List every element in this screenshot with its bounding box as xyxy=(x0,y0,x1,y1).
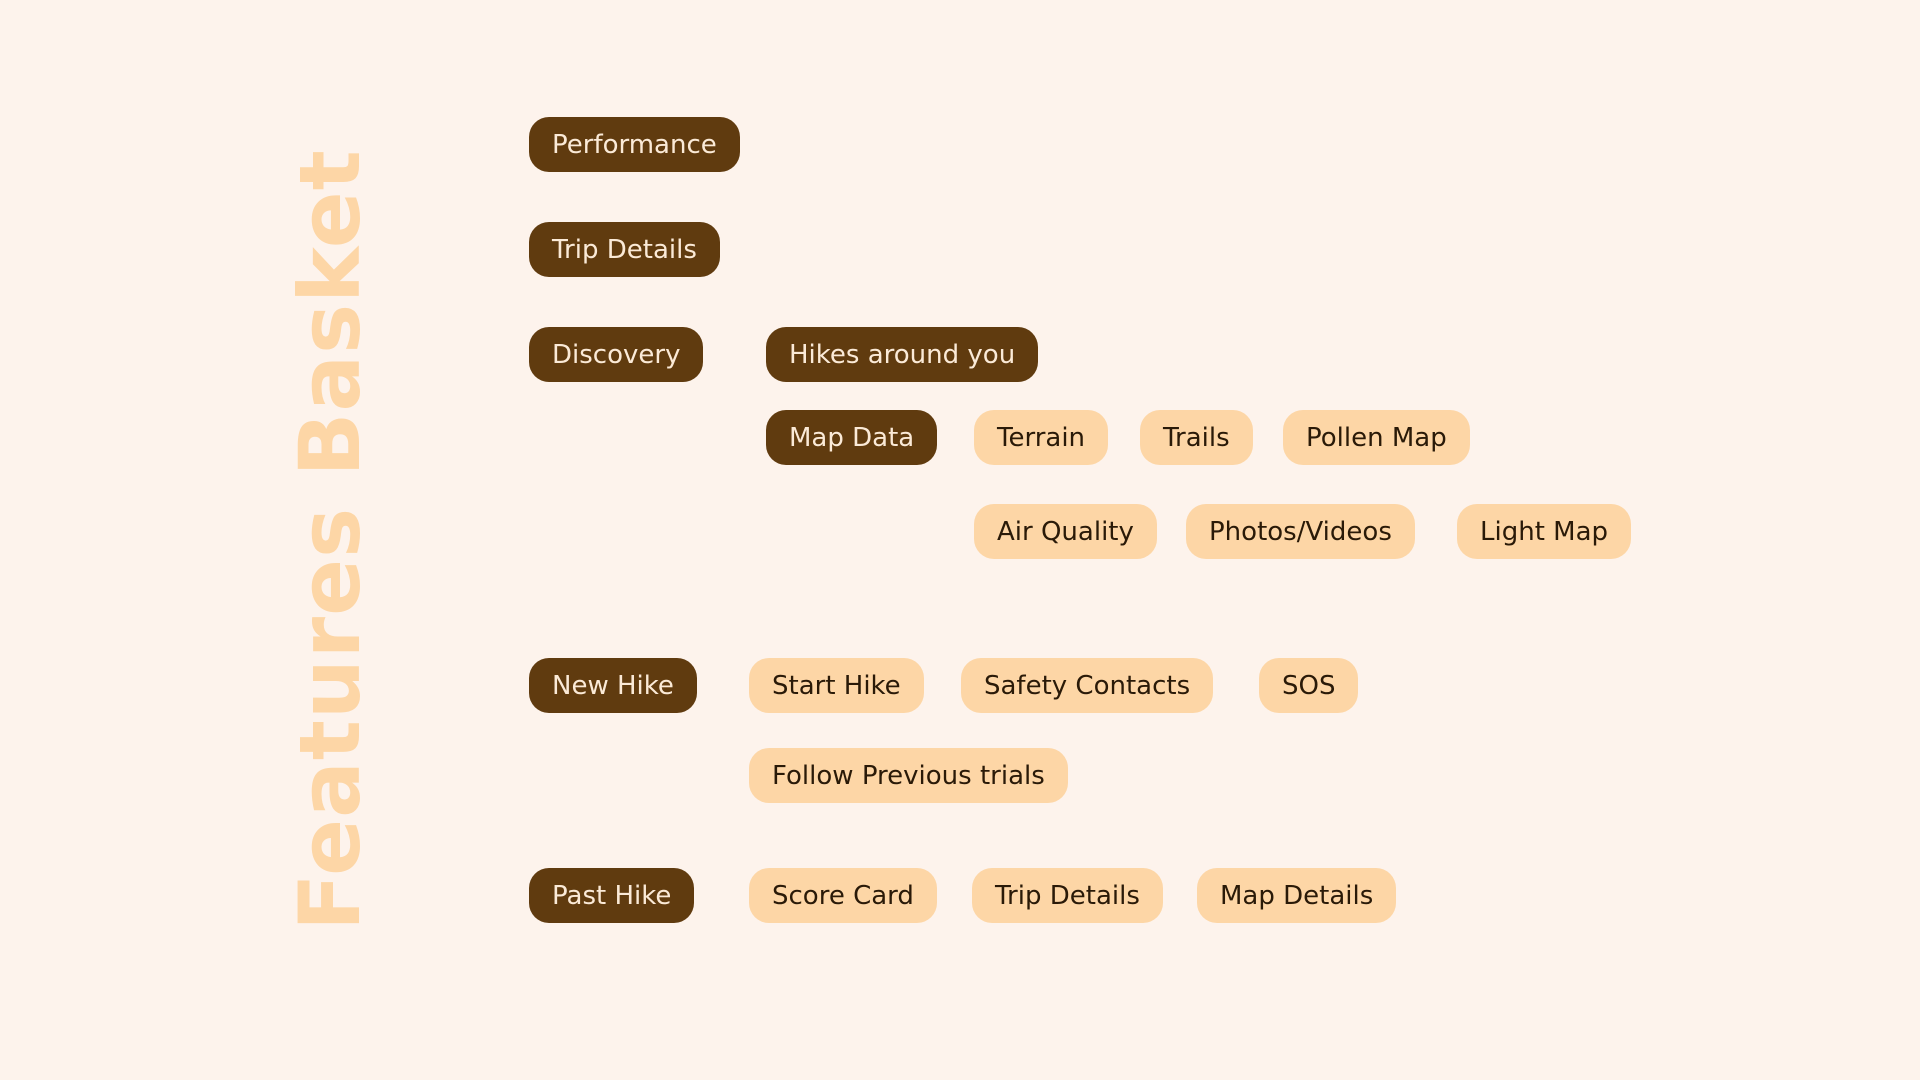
subcategory-hikes-around-you[interactable]: Hikes around you xyxy=(766,327,1039,382)
category-performance[interactable]: Performance xyxy=(529,117,740,172)
feature-light-map[interactable]: Light Map xyxy=(1457,504,1632,559)
feature-trip-details[interactable]: Trip Details xyxy=(972,868,1163,923)
feature-map-details[interactable]: Map Details xyxy=(1197,868,1397,923)
feature-follow-previous-trials[interactable]: Follow Previous trials xyxy=(749,748,1068,803)
category-past-hike[interactable]: Past Hike xyxy=(529,868,695,923)
feature-pollen-map[interactable]: Pollen Map xyxy=(1283,410,1470,465)
feature-start-hike[interactable]: Start Hike xyxy=(749,658,924,713)
page-title: Features Basket xyxy=(281,149,379,931)
feature-trails[interactable]: Trails xyxy=(1140,410,1253,465)
feature-photos-videos[interactable]: Photos/Videos xyxy=(1186,504,1415,559)
feature-terrain[interactable]: Terrain xyxy=(974,410,1109,465)
feature-air-quality[interactable]: Air Quality xyxy=(974,504,1157,559)
category-trip-details[interactable]: Trip Details xyxy=(529,222,720,277)
subcategory-map-data[interactable]: Map Data xyxy=(766,410,938,465)
feature-sos[interactable]: SOS xyxy=(1259,658,1359,713)
category-discovery[interactable]: Discovery xyxy=(529,327,704,382)
feature-score-card[interactable]: Score Card xyxy=(749,868,937,923)
category-new-hike[interactable]: New Hike xyxy=(529,658,697,713)
feature-safety-contacts[interactable]: Safety Contacts xyxy=(961,658,1214,713)
